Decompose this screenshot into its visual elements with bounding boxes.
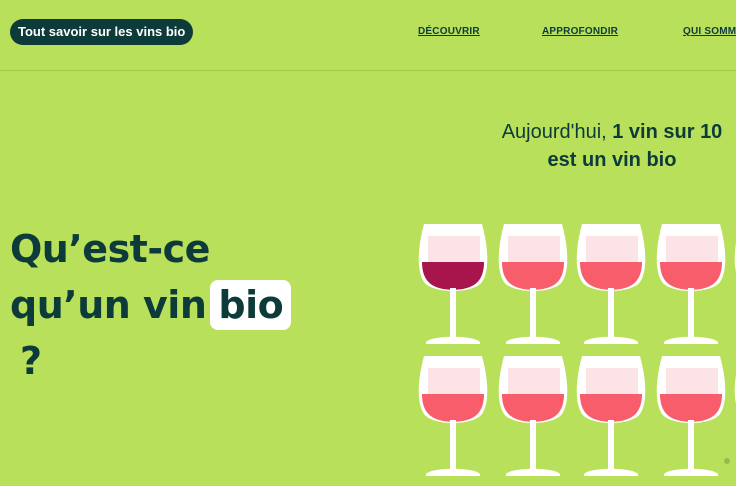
hero-headline: Qu’est-ce qu’un vin bio ? (10, 221, 340, 389)
wine-glass (656, 356, 726, 476)
wine-glass (656, 224, 726, 344)
stat-prefix: Aujourd'hui, (501, 121, 607, 143)
site-header: Tout savoir sur les vins bio DÉCOUVRIR A… (0, 0, 736, 71)
site-title-link[interactable]: Tout savoir sur les vins bio (10, 19, 194, 45)
statistic-text: Aujourd'hui, 1 vin sur 10 est un vin bio (440, 118, 736, 174)
nav-approfondir[interactable]: APPROFONDIR (542, 25, 618, 41)
wine-glass (418, 356, 488, 476)
headline-highlight-bio: bio (210, 280, 292, 331)
wine-glass (498, 356, 568, 476)
stat-emphasis: 1 vin sur 10 (612, 121, 723, 143)
wine-glass-bio (418, 224, 488, 344)
wine-glass (576, 224, 646, 344)
nav-decouvrir[interactable]: DÉCOUVRIR (418, 25, 480, 41)
headline-line-1: Qu’est-ce (10, 227, 210, 272)
wine-glass-svg (418, 224, 736, 476)
nav-qui-sommes[interactable]: QUI SOMMES (683, 25, 736, 41)
stat-suffix: est un vin bio (547, 149, 677, 171)
wine-glass-infographic (412, 220, 736, 486)
headline-line-2-text: qu’un vin (10, 283, 207, 328)
wine-glass (498, 224, 568, 344)
headline-line-2: qu’un vin bio (10, 277, 340, 333)
headline-question-mark: ? (20, 339, 42, 384)
wine-glass (576, 356, 646, 476)
carousel-dot[interactable] (724, 458, 730, 464)
